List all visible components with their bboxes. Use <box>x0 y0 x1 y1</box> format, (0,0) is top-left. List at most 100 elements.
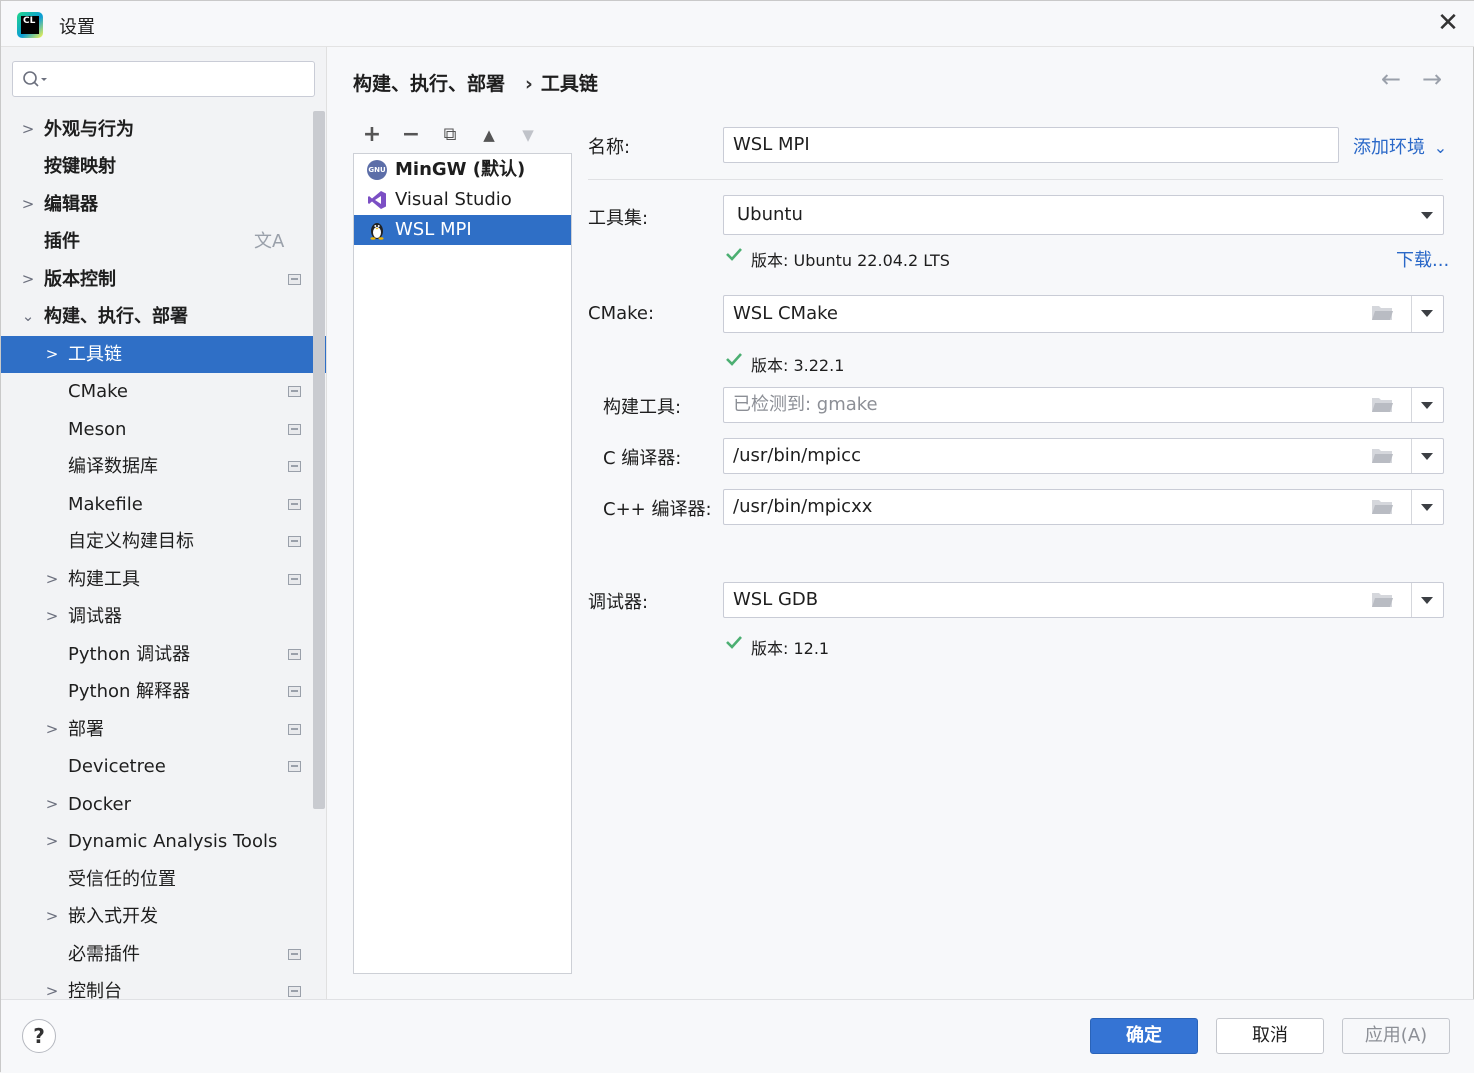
c-compiler-combo[interactable]: /usr/bin/mpicc <box>723 438 1444 474</box>
cmake-combo[interactable]: WSL CMake <box>723 295 1444 333</box>
cpp-compiler-combo[interactable]: /usr/bin/mpicxx <box>723 489 1444 525</box>
folder-icon[interactable] <box>1371 591 1393 608</box>
close-icon[interactable]: ✕ <box>1433 9 1463 39</box>
sidebar-item-meson[interactable]: Meson <box>1 411 326 448</box>
sidebar-item-label: Docker <box>68 794 132 815</box>
add-environment-link[interactable]: 添加环境 ⌄ <box>1353 133 1447 159</box>
sidebar-item-label: 控制台 <box>68 981 122 999</box>
sidebar-item-label: 调试器 <box>68 606 122 627</box>
sidebar-item-devicetree[interactable]: Devicetree <box>1 748 326 785</box>
folder-icon[interactable] <box>1371 304 1393 321</box>
toolchain-item-visual-studio[interactable]: Visual Studio <box>354 185 571 215</box>
sidebar-item-label: 受信任的位置 <box>68 869 176 890</box>
sidebar-item-trusted-locations[interactable]: 受信任的位置 <box>1 861 326 898</box>
back-arrow-icon[interactable]: ← <box>1381 65 1401 93</box>
sidebar-item-deployment[interactable]: > 部署 <box>1 711 326 748</box>
sidebar-item-keymap[interactable]: 按键映射 <box>1 148 326 185</box>
add-icon[interactable]: + <box>358 119 386 151</box>
sidebar-item-label: 编译数据库 <box>68 456 158 477</box>
sidebar-item-dynamic-analysis-tools[interactable]: > Dynamic Analysis Tools <box>1 823 326 860</box>
sidebar-item-build-tools[interactable]: > 构建工具 <box>1 561 326 598</box>
sidebar-item-build-execution-deployment[interactable]: ⌄ 构建、执行、部署 <box>1 298 326 335</box>
sidebar-item-label: 构建、执行、部署 <box>44 306 188 327</box>
toolchain-name: Visual Studio <box>395 189 512 210</box>
search-input[interactable] <box>12 61 315 97</box>
sidebar-item-console[interactable]: > 控制台 <box>1 973 326 999</box>
breadcrumb: 构建、执行、部署 › 工具链 <box>353 69 606 96</box>
toolset-select[interactable]: Ubuntu <box>723 195 1444 235</box>
breadcrumb-parent[interactable]: 构建、执行、部署 <box>353 73 505 95</box>
download-link[interactable]: 下载... <box>1396 246 1449 272</box>
checkmark-icon <box>726 353 742 366</box>
move-up-icon[interactable]: ▲ <box>475 119 503 151</box>
dropdown-arrow-icon[interactable] <box>1411 490 1443 524</box>
sidebar-item-compilation-database[interactable]: 编译数据库 <box>1 448 326 485</box>
sidebar-item-toolchains[interactable]: > 工具链 <box>1 336 326 373</box>
folder-icon[interactable] <box>1371 447 1393 464</box>
sidebar-item-label: 外观与行为 <box>44 119 134 140</box>
sidebar-item-label: 必需插件 <box>68 944 140 965</box>
dropdown-arrow-icon[interactable] <box>1411 439 1443 473</box>
project-scope-icon <box>288 536 301 547</box>
dialog-button-bar: ? 确定 取消 应用(A) <box>1 999 1474 1073</box>
toolchain-toolbar: + − ⧉ ▲ ▼ <box>353 119 573 151</box>
dropdown-arrow-icon[interactable] <box>1411 583 1443 617</box>
sidebar-item-custom-build-targets[interactable]: 自定义构建目标 <box>1 523 326 560</box>
sidebar-item-label: 按键映射 <box>44 156 116 177</box>
build-tool-combo[interactable]: 已检测到: gmake <box>723 387 1444 423</box>
sidebar-scrollbar[interactable] <box>313 111 325 809</box>
sidebar-item-python-interpreter[interactable]: Python 解释器 <box>1 673 326 710</box>
remove-icon[interactable]: − <box>397 119 425 151</box>
folder-icon[interactable] <box>1371 498 1393 515</box>
chevron-right-icon: > <box>45 832 59 850</box>
cancel-button[interactable]: 取消 <box>1216 1018 1324 1054</box>
cmake-value: WSL CMake <box>733 303 838 324</box>
chevron-right-icon: > <box>45 570 59 588</box>
chevron-down-icon: ⌄ <box>1433 138 1448 157</box>
chevron-right-icon: > <box>45 982 59 999</box>
forward-arrow-icon[interactable]: → <box>1422 65 1442 93</box>
sidebar-item-python-debugger[interactable]: Python 调试器 <box>1 636 326 673</box>
sidebar-item-docker[interactable]: > Docker <box>1 786 326 823</box>
toolset-version-text: 版本: Ubuntu 22.04.2 LTS <box>751 251 950 270</box>
move-down-icon[interactable]: ▼ <box>514 119 542 151</box>
sidebar-item-label: 自定义构建目标 <box>68 531 194 552</box>
sidebar-item-required-plugins[interactable]: 必需插件 <box>1 936 326 973</box>
sidebar-item-label: Makefile <box>68 494 143 515</box>
sidebar-item-debugger[interactable]: > 调试器 <box>1 598 326 635</box>
project-scope-icon <box>288 274 301 285</box>
sidebar-item-makefile[interactable]: Makefile <box>1 486 326 523</box>
checkmark-icon <box>726 248 742 261</box>
cmake-version-text: 版本: 3.22.1 <box>751 356 845 375</box>
project-scope-icon <box>288 461 301 472</box>
dropdown-arrow-icon[interactable] <box>1411 388 1443 422</box>
sidebar-item-embedded-development[interactable]: > 嵌入式开发 <box>1 898 326 935</box>
help-button[interactable]: ? <box>22 1019 56 1053</box>
name-field[interactable]: WSL MPI <box>723 127 1339 163</box>
ok-button[interactable]: 确定 <box>1090 1018 1198 1054</box>
folder-icon[interactable] <box>1371 396 1393 413</box>
sidebar-item-label: Dynamic Analysis Tools <box>68 831 278 852</box>
sidebar-item-label: 构建工具 <box>68 569 140 590</box>
project-scope-icon <box>288 761 301 772</box>
debugger-combo[interactable]: WSL GDB <box>723 582 1444 618</box>
sidebar-item-cmake[interactable]: CMake <box>1 373 326 410</box>
visual-studio-icon <box>368 191 386 209</box>
c-compiler-value: /usr/bin/mpicc <box>733 445 861 466</box>
toolchain-name: WSL MPI <box>395 219 472 240</box>
dropdown-arrow-icon[interactable] <box>1411 296 1443 330</box>
chevron-right-icon: > <box>45 795 59 813</box>
project-scope-icon <box>288 499 301 510</box>
sidebar-item-editor[interactable]: > 编辑器 <box>1 186 326 223</box>
sidebar-item-plugins[interactable]: 插件 文A <box>1 223 326 260</box>
cmake-label: CMake: <box>588 303 655 324</box>
sidebar-item-appearance[interactable]: > 外观与行为 <box>1 111 326 148</box>
apply-button[interactable]: 应用(A) <box>1342 1018 1450 1054</box>
debugger-version-text: 版本: 12.1 <box>751 639 830 658</box>
sidebar-item-label: Meson <box>68 419 127 440</box>
toolchain-item-wsl-mpi[interactable]: WSL MPI <box>354 215 571 245</box>
sidebar-item-version-control[interactable]: > 版本控制 <box>1 261 326 298</box>
toolchain-item-mingw[interactable]: GNU MinGW (默认) <box>354 155 571 185</box>
copy-icon[interactable]: ⧉ <box>436 119 464 151</box>
project-scope-icon <box>288 574 301 585</box>
